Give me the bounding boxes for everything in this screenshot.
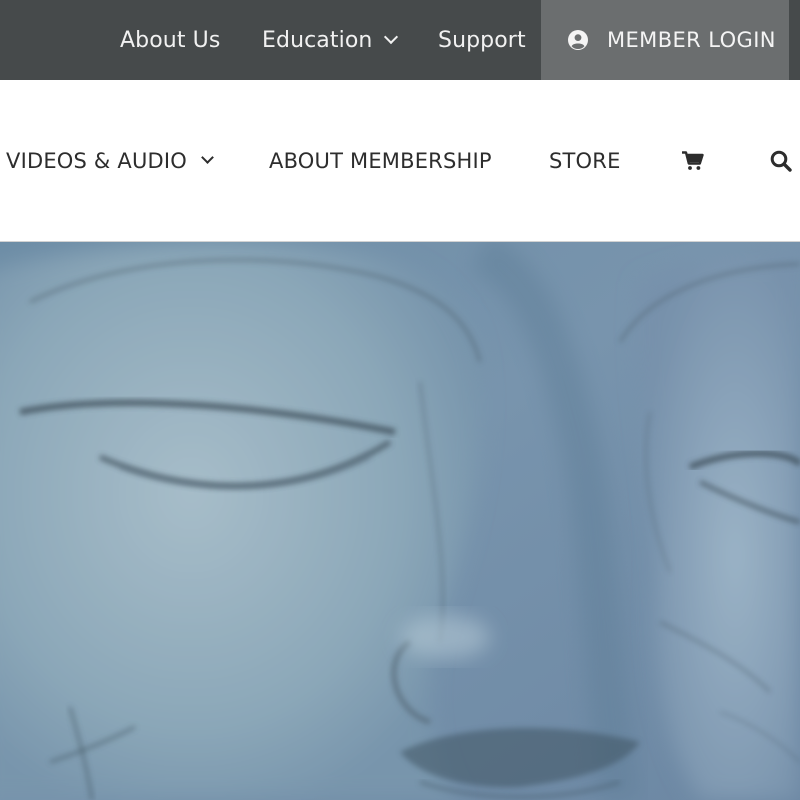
user-circle-icon: [568, 30, 588, 50]
member-login-label: MEMBER LOGIN: [607, 28, 776, 52]
top-utility-bar: About Us Education Support MEMBER LOGIN: [0, 0, 800, 80]
topbar-link-label: Education: [262, 27, 373, 53]
member-login-button[interactable]: MEMBER LOGIN: [541, 0, 789, 80]
nav-item-label: ABOUT MEMBERSHIP: [269, 148, 492, 173]
topbar-link-education[interactable]: Education: [262, 0, 399, 80]
topbar-link-label: Support: [438, 27, 526, 53]
nav-item-store[interactable]: STORE: [549, 80, 621, 241]
main-navigation: VIDEOS & AUDIO ABOUT MEMBERSHIP STORE: [0, 80, 800, 242]
cart-icon[interactable]: [682, 80, 704, 241]
topbar-link-support[interactable]: Support: [438, 0, 526, 80]
sketch-artwork: [0, 242, 800, 800]
nav-item-label: STORE: [549, 148, 621, 173]
nav-item-label: VIDEOS & AUDIO: [6, 148, 188, 173]
topbar-link-about-us[interactable]: About Us: [120, 0, 220, 80]
hero-image: [0, 242, 800, 800]
nav-item-videos-audio[interactable]: VIDEOS & AUDIO: [6, 80, 214, 241]
search-icon[interactable]: [770, 80, 792, 241]
chevron-down-icon: [384, 29, 399, 45]
topbar-link-label: About Us: [120, 27, 221, 53]
nav-item-about-membership[interactable]: ABOUT MEMBERSHIP: [269, 80, 492, 241]
chevron-down-icon: [201, 151, 214, 164]
